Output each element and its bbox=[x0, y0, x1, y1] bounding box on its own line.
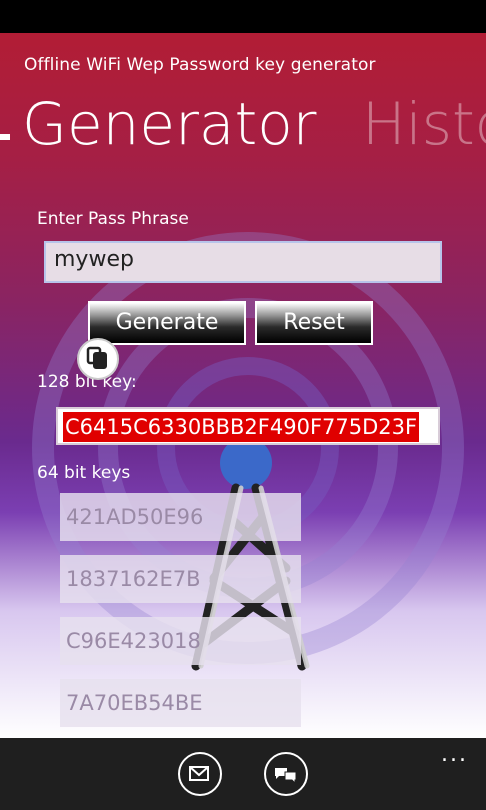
app-page: Offline WiFi Wep Password key generator … bbox=[0, 33, 486, 738]
previous-pivot-fragment bbox=[0, 134, 10, 140]
pass-phrase-label: Enter Pass Phrase bbox=[37, 209, 189, 229]
mail-icon bbox=[189, 766, 209, 781]
key64-item[interactable]: 421AD50E96 bbox=[60, 493, 301, 541]
reset-button[interactable]: Reset bbox=[255, 301, 373, 345]
key64-item[interactable]: 7A70EB54BE bbox=[60, 679, 301, 727]
key128-field[interactable]: C6415C6330BBB2F490F775D23F bbox=[56, 407, 440, 445]
generate-button[interactable]: Generate bbox=[88, 301, 246, 345]
key64-item[interactable]: C96E423018 bbox=[60, 617, 301, 665]
pass-phrase-input[interactable]: mywep bbox=[44, 241, 442, 283]
key128-value: C6415C6330BBB2F490F775D23F bbox=[63, 412, 420, 442]
copy-icon bbox=[86, 346, 107, 369]
feedback-button[interactable] bbox=[264, 752, 308, 796]
copy-button[interactable] bbox=[77, 338, 119, 380]
app-title: Offline WiFi Wep Password key generator bbox=[24, 55, 376, 75]
app-bar: ... bbox=[0, 738, 486, 810]
mail-button[interactable] bbox=[178, 752, 222, 796]
tab-generator[interactable]: Generator bbox=[22, 88, 317, 160]
key64-item[interactable]: 1837162E7B bbox=[60, 555, 301, 603]
pivot-headers: Generator History bbox=[0, 88, 486, 168]
feedback-icon bbox=[275, 768, 297, 785]
more-options-icon[interactable]: ... bbox=[441, 742, 468, 767]
tab-history[interactable]: History bbox=[362, 88, 486, 160]
status-bar bbox=[0, 0, 486, 33]
key64-label: 64 bit keys bbox=[37, 463, 131, 483]
